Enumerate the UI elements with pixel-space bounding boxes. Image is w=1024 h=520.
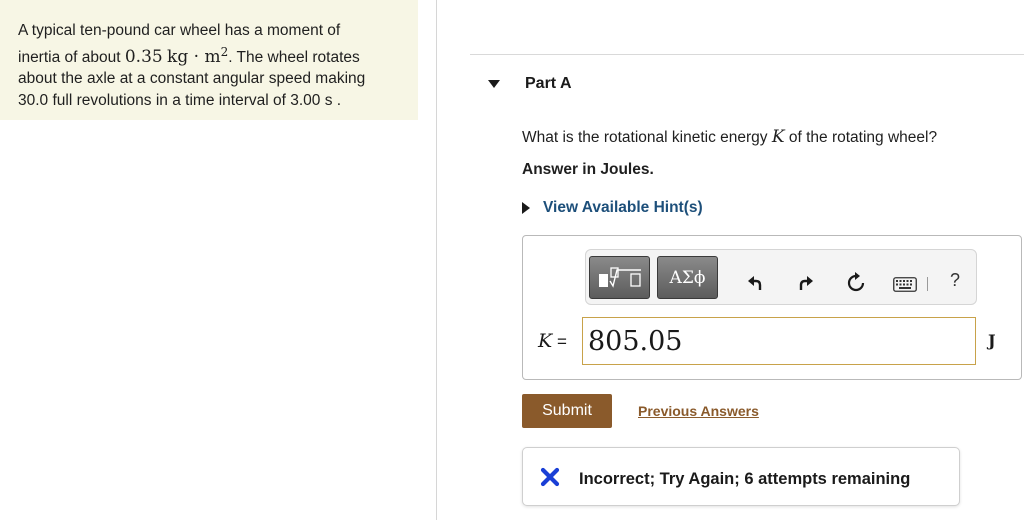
template-icon <box>598 266 641 288</box>
answer-input[interactable] <box>582 317 976 365</box>
submit-button[interactable]: Submit <box>522 394 612 428</box>
feedback-message: Incorrect; Try Again; 6 attempts remaini… <box>579 470 911 488</box>
help-button[interactable]: ? <box>950 270 960 291</box>
column-divider <box>436 0 437 520</box>
problem-line-2: inertia of about 0.35 kg · m2. The wheel… <box>18 42 418 69</box>
math-template-button[interactable] <box>589 256 650 299</box>
problem-line-3: about the axle at a constant angular spe… <box>18 70 366 88</box>
problem-statement: A typical ten-pound car wheel has a mome… <box>0 0 418 120</box>
problem-text: inertia of about <box>18 48 125 66</box>
x-icon <box>540 467 560 492</box>
answer-variable-label: K = <box>538 330 567 352</box>
toolbar-separator <box>927 277 928 291</box>
part-title[interactable]: Part A <box>525 75 572 93</box>
part-divider <box>470 54 1024 55</box>
reset-icon[interactable] <box>845 272 867 294</box>
hint-expand-arrow-icon[interactable] <box>522 202 530 214</box>
inertia-unit-kg: kg <box>167 46 189 67</box>
previous-answers-link[interactable]: Previous Answers <box>638 403 759 419</box>
answer-instructions: Answer in Joules. <box>522 161 654 178</box>
problem-text: . The wheel rotates <box>228 48 360 66</box>
collapse-triangle-icon[interactable] <box>488 80 500 88</box>
inertia-value: 0.35 <box>124 46 163 67</box>
view-hints-link[interactable]: View Available Hint(s) <box>543 199 703 217</box>
answer-unit: J <box>988 331 996 350</box>
undo-icon[interactable] <box>745 272 765 292</box>
redo-icon[interactable] <box>796 272 816 292</box>
problem-line-1: A typical ten-pound car wheel has a mome… <box>18 22 341 39</box>
unit-dot: · <box>193 46 200 67</box>
greek-symbols-button[interactable]: ΑΣϕ <box>657 256 718 299</box>
energy-symbol: K <box>771 127 785 147</box>
problem-line-4: 30.0 full revolutions in a time interval… <box>18 91 342 109</box>
keyboard-icon[interactable] <box>893 277 917 292</box>
inertia-unit-m: m <box>204 46 221 67</box>
question-text: What is the rotational kinetic energy K … <box>522 127 938 147</box>
